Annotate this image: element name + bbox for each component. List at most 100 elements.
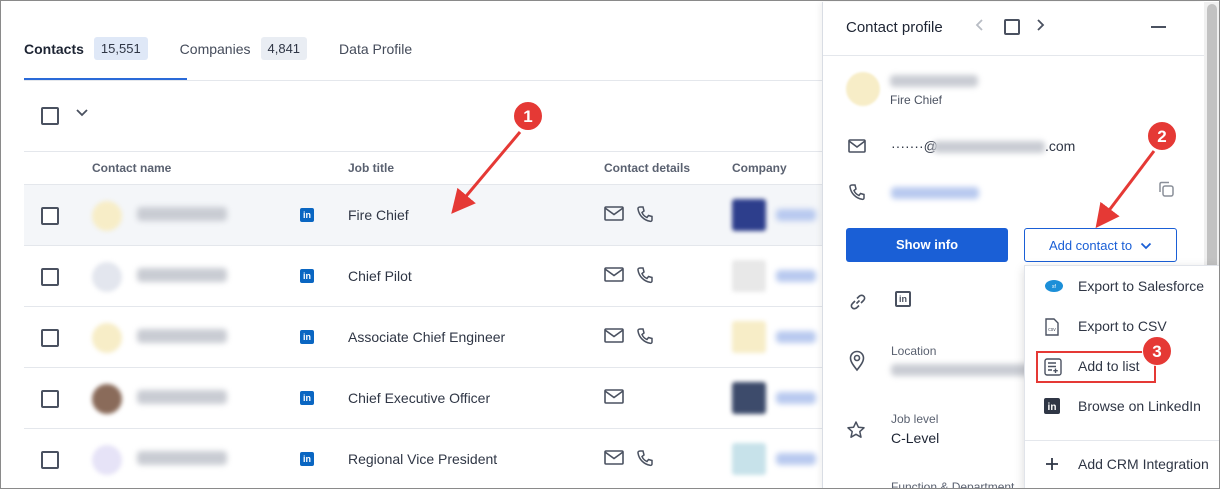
- mail-icon: [848, 139, 866, 158]
- table-header: Contact name Job title Contact details C…: [24, 151, 824, 185]
- job-title: Fire Chief: [348, 207, 409, 223]
- mail-icon[interactable]: [604, 450, 624, 470]
- table-row[interactable]: in Fire Chief: [24, 185, 824, 246]
- menu-item-export-salesforce[interactable]: sf Export to Salesforce: [1025, 266, 1219, 306]
- phone-icon: [848, 183, 866, 206]
- contact-name-blurred[interactable]: [137, 390, 227, 404]
- add-contact-to-button[interactable]: Add contact to: [1024, 228, 1177, 262]
- company-logo: [732, 260, 766, 292]
- mail-icon[interactable]: [604, 328, 624, 348]
- job-title: Associate Chief Engineer: [348, 329, 506, 345]
- contact-name-blurred[interactable]: [137, 207, 227, 221]
- job-title: Regional Vice President: [348, 451, 498, 467]
- column-header-job-title[interactable]: Job title: [348, 161, 394, 175]
- linkedin-icon[interactable]: in: [300, 269, 314, 283]
- chevron-left-icon[interactable]: [975, 17, 985, 37]
- table-row[interactable]: in Regional Vice President: [24, 429, 824, 488]
- phone-icon[interactable]: [636, 266, 654, 289]
- location-pin-icon: [848, 350, 866, 377]
- tab-companies[interactable]: Companies 4,841: [179, 31, 308, 66]
- menu-item-browse-linkedin[interactable]: in Browse on LinkedIn: [1025, 386, 1219, 426]
- tab-contacts[interactable]: Contacts 15,551: [24, 31, 148, 66]
- company-logo: [732, 382, 766, 414]
- linkedin-icon[interactable]: in: [300, 391, 314, 405]
- annotation-highlight-box: [1036, 351, 1156, 383]
- svg-text:sf: sf: [1052, 284, 1057, 290]
- company-name-blurred[interactable]: [776, 331, 816, 343]
- row-checkbox[interactable]: [41, 451, 59, 469]
- company-name-blurred[interactable]: [776, 209, 816, 221]
- email-suffix: .com: [1045, 138, 1076, 154]
- row-checkbox[interactable]: [41, 207, 59, 225]
- table-row[interactable]: in Associate Chief Engineer: [24, 307, 824, 368]
- tab-data-profile[interactable]: Data Profile: [339, 31, 412, 66]
- link-icon: [848, 292, 868, 317]
- company-name-blurred[interactable]: [776, 270, 816, 282]
- row-checkbox[interactable]: [41, 268, 59, 286]
- linkedin-icon[interactable]: in: [895, 291, 911, 307]
- phone-icon[interactable]: [636, 327, 654, 350]
- table-row[interactable]: in Chief Pilot: [24, 246, 824, 307]
- contact-name-blurred[interactable]: [137, 268, 227, 282]
- phone-icon[interactable]: [636, 449, 654, 472]
- chevron-right-icon[interactable]: [1035, 17, 1045, 37]
- plus-icon: [1044, 456, 1062, 474]
- chevron-down-icon[interactable]: [75, 105, 89, 121]
- row-checkbox[interactable]: [41, 390, 59, 408]
- company-name-blurred[interactable]: [776, 392, 816, 404]
- tabs-divider: [24, 80, 824, 81]
- minimize-icon[interactable]: [1151, 26, 1166, 28]
- contact-name-blurred: [890, 75, 978, 87]
- location-value-blurred: [891, 364, 1031, 376]
- contact-name-blurred[interactable]: [137, 329, 227, 343]
- email-prefix: ·······@: [891, 138, 938, 154]
- phone-number-blurred[interactable]: [891, 187, 979, 199]
- phone-icon[interactable]: [636, 205, 654, 228]
- job-title: Chief Executive Officer: [348, 390, 491, 406]
- expand-square-icon[interactable]: [1004, 19, 1020, 35]
- menu-item-label: Add CRM Integration: [1078, 456, 1209, 472]
- column-header-contact-details[interactable]: Contact details: [604, 161, 690, 175]
- tab-companies-label: Companies: [179, 40, 251, 57]
- menu-item-label: Export to CSV: [1078, 318, 1167, 334]
- contact-role: Fire Chief: [890, 93, 943, 107]
- function-department-label: Function & Department: [891, 480, 1015, 489]
- menu-item-export-csv[interactable]: csv Export to CSV: [1025, 306, 1219, 346]
- star-icon: [846, 420, 866, 445]
- mail-icon[interactable]: [604, 206, 624, 226]
- contact-name-blurred[interactable]: [137, 451, 227, 465]
- menu-item-add-crm[interactable]: Add CRM Integration: [1025, 444, 1219, 484]
- linkedin-icon[interactable]: in: [300, 330, 314, 344]
- mail-icon[interactable]: [604, 267, 624, 287]
- menu-item-label: Export to Salesforce: [1078, 278, 1205, 294]
- table-row[interactable]: in Chief Executive Officer: [24, 368, 824, 429]
- linkedin-icon[interactable]: in: [300, 452, 314, 466]
- avatar: [846, 72, 880, 106]
- copy-icon[interactable]: [1157, 180, 1175, 203]
- column-header-company[interactable]: Company: [732, 161, 787, 175]
- company-logo: [732, 443, 766, 475]
- svg-text:csv: csv: [1048, 327, 1056, 333]
- tab-contacts-count: 15,551: [93, 37, 148, 60]
- company-logo: [732, 199, 766, 231]
- avatar: [92, 445, 122, 475]
- tab-companies-count: 4,841: [260, 37, 308, 60]
- menu-item-label: Browse on LinkedIn: [1078, 398, 1201, 414]
- avatar: [92, 201, 122, 231]
- panel-header-divider: [823, 55, 1205, 56]
- row-checkbox[interactable]: [41, 329, 59, 347]
- job-level-label: Job level: [891, 412, 939, 426]
- select-all-checkbox[interactable]: [41, 107, 59, 125]
- mail-icon[interactable]: [604, 389, 624, 409]
- company-name-blurred[interactable]: [776, 453, 816, 465]
- panel-title: Contact profile: [846, 19, 943, 36]
- svg-text:in: in: [1048, 402, 1057, 413]
- avatar: [92, 323, 122, 353]
- company-logo: [732, 321, 766, 353]
- column-header-contact-name[interactable]: Contact name: [92, 161, 171, 175]
- email-blurred: [933, 141, 1045, 153]
- linkedin-icon[interactable]: in: [300, 208, 314, 222]
- menu-divider: [1025, 440, 1219, 441]
- show-info-button[interactable]: Show info: [846, 228, 1008, 262]
- annotation-marker-2: 2: [1147, 121, 1177, 151]
